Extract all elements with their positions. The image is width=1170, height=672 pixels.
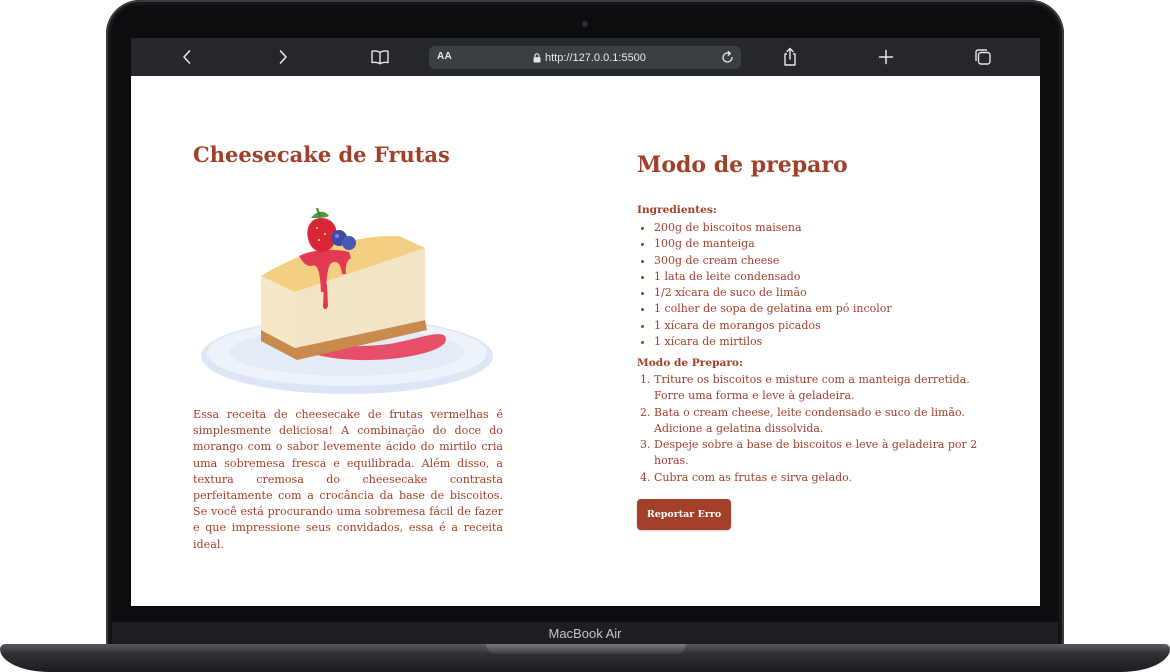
address-bar[interactable]: AA http://127.0.0.1:5500 [429, 46, 741, 69]
share-icon [784, 47, 796, 66]
tabs-icon [975, 49, 991, 65]
ingredients-label: Ingredientes: [637, 204, 717, 216]
laptop-stage: MacBook Air AA http://127.0.0.1:5500 Che… [0, 0, 1170, 672]
list-item: Triture os biscoitos e misture com a man… [654, 372, 999, 405]
chevron-right-icon [279, 50, 287, 64]
list-item: 1 lata de leite condensado [654, 269, 892, 285]
browser-window: AA http://127.0.0.1:5500 Cheesecake de F… [131, 38, 1040, 606]
recipe-description: Essa receita de cheesecake de frutas ver… [193, 408, 503, 551]
share-button[interactable] [779, 46, 801, 68]
forward-button[interactable] [272, 46, 294, 68]
laptop-notch [486, 644, 686, 654]
cheesecake-image [201, 207, 493, 394]
list-item: 1 xícara de morangos picados [654, 318, 892, 334]
lock-icon [533, 52, 541, 62]
method-title: Modo de preparo [637, 152, 848, 178]
device-label: MacBook Air [548, 626, 622, 641]
recipe-page: Cheesecake de Frutas Essa receita de che… [131, 76, 1040, 606]
recipe-title: Cheesecake de Frutas [193, 142, 450, 167]
list-item: Despeje sobre a base de biscoitos e leve… [654, 437, 999, 470]
browser-toolbar: AA http://127.0.0.1:5500 [131, 38, 1040, 76]
list-item: Cubra com as frutas e sirva gelado. [654, 470, 999, 486]
list-item: 200g de biscoitos maisena [654, 220, 892, 236]
book-icon [371, 50, 389, 65]
reload-icon[interactable] [720, 50, 735, 65]
report-error-button[interactable]: Reportar Erro [637, 499, 731, 530]
camera-icon [582, 21, 588, 27]
url-text: http://127.0.0.1:5500 [545, 51, 646, 64]
list-item: 1 xícara de mirtilos [654, 334, 892, 350]
bookmarks-button[interactable] [369, 46, 391, 68]
steps-label: Modo de Preparo: [637, 357, 743, 369]
chevron-left-icon [183, 50, 191, 64]
ingredients-list: 200g de biscoitos maisena 100g de mantei… [637, 220, 892, 350]
list-item: 100g de manteiga [654, 236, 892, 252]
list-item: 300g de cream cheese [654, 253, 892, 269]
new-tab-button[interactable] [875, 46, 897, 68]
list-item: Bata o cream cheese, leite condensado e … [654, 405, 999, 438]
back-button[interactable] [176, 46, 198, 68]
plus-icon [878, 49, 894, 65]
list-item: 1 colher de sopa de gelatina em pó incol… [654, 301, 892, 317]
tabs-overview-button[interactable] [972, 46, 994, 68]
reader-mode-button[interactable]: AA [437, 51, 452, 62]
steps-list: Triture os biscoitos e misture com a man… [637, 372, 999, 486]
url-display: http://127.0.0.1:5500 [533, 50, 646, 65]
list-item: 1/2 xícara de suco de limão [654, 285, 892, 301]
